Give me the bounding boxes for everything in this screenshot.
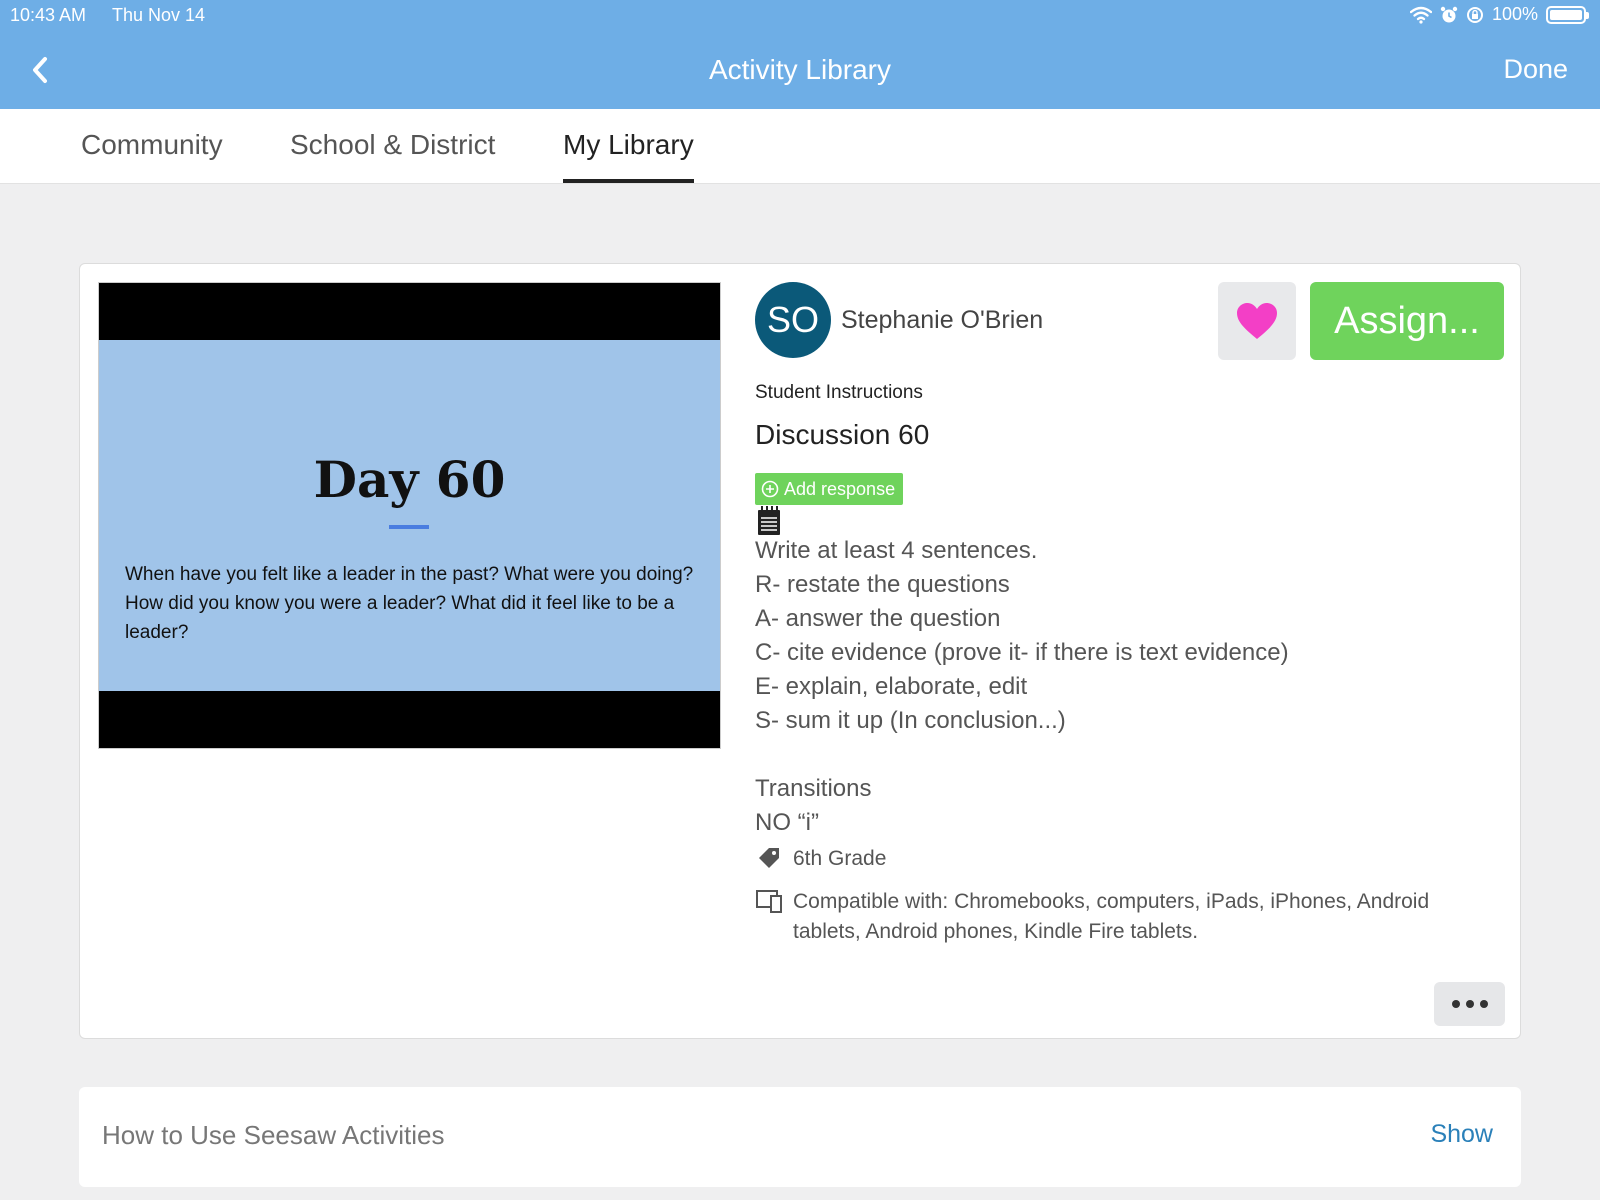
- instructions-text: Write at least 4 sentences. R- restate t…: [755, 534, 1485, 840]
- instruction-line: S- sum it up (In conclusion...): [755, 707, 1066, 734]
- activity-title: Discussion 60: [755, 419, 930, 450]
- author-info: SO Stephanie O'Brien: [755, 282, 1043, 358]
- activity-preview[interactable]: Day 60 When have you felt like a leader …: [98, 282, 721, 749]
- instruction-line: A- answer the question: [755, 605, 1001, 632]
- plus-circle-icon: [761, 480, 779, 498]
- activity-card: Day 60 When have you felt like a leader …: [79, 263, 1521, 1039]
- heart-icon: [1237, 303, 1277, 339]
- notepad-icon: [758, 506, 780, 535]
- instruction-line: C- cite evidence (prove it- if there is …: [755, 639, 1289, 666]
- add-response-button[interactable]: Add response: [755, 473, 904, 505]
- battery-percent: 100%: [1491, 4, 1538, 24]
- help-panel: How to Use Seesaw Activities Show: [79, 1087, 1521, 1187]
- preview-slide: Day 60 When have you felt like a leader …: [99, 340, 720, 691]
- show-button[interactable]: Show: [1430, 1120, 1493, 1149]
- status-date: Thu Nov 14: [112, 5, 206, 25]
- tag-icon: [759, 848, 779, 868]
- slide-prompt: When have you felt like a leader in the …: [125, 564, 694, 643]
- avatar: SO: [755, 282, 831, 358]
- grade-level: 6th Grade: [793, 847, 887, 870]
- favorite-button[interactable]: [1218, 282, 1296, 360]
- instruction-line: [755, 738, 1485, 772]
- tab-community[interactable]: Community: [81, 129, 223, 179]
- header-bar: 10:43 AM Thu Nov 14 100% Activity Librar…: [0, 0, 1600, 109]
- author-name: Stephanie O'Brien: [841, 305, 1044, 334]
- battery-icon: [1546, 5, 1589, 24]
- assign-button[interactable]: Assign...: [1310, 282, 1504, 360]
- compatibility-row: Compatible with: Chromebooks, computers,…: [755, 887, 1485, 947]
- grade-row: 6th Grade: [755, 844, 886, 874]
- status-indicators: 100%: [1409, 4, 1589, 25]
- instruction-line: Write at least 4 sentences.: [755, 537, 1038, 564]
- status-bar: 10:43 AM Thu Nov 14 100%: [0, 0, 1600, 30]
- add-response-label: Add response: [784, 478, 896, 499]
- instruction-line: Transitions: [755, 775, 872, 802]
- library-tabs: Community School & District My Library: [0, 109, 1600, 184]
- more-options-button[interactable]: [1434, 982, 1505, 1026]
- tab-school-district[interactable]: School & District: [290, 129, 495, 179]
- tab-my-library[interactable]: My Library: [563, 129, 694, 183]
- slide-title: Day 60: [313, 450, 506, 509]
- student-instructions-label: Student Instructions: [755, 382, 923, 403]
- ellipsis-icon: [1451, 1000, 1460, 1008]
- page-title: Activity Library: [708, 54, 892, 85]
- status-time: 10:43 AM: [10, 5, 87, 25]
- wifi-icon: [1409, 6, 1432, 24]
- help-panel-title: How to Use Seesaw Activities: [102, 1120, 445, 1150]
- done-button[interactable]: Done: [1503, 54, 1568, 85]
- slide-divider: [389, 525, 429, 529]
- instruction-line: R- restate the questions: [755, 571, 1010, 598]
- instruction-line: E- explain, elaborate, edit: [755, 673, 1028, 700]
- compatibility-text: Compatible with: Chromebooks, computers,…: [793, 890, 1430, 943]
- alarm-icon: [1440, 6, 1458, 22]
- devices-icon: [756, 890, 782, 913]
- orientation-lock-icon: [1466, 6, 1483, 23]
- instruction-line: NO “i”: [755, 809, 819, 836]
